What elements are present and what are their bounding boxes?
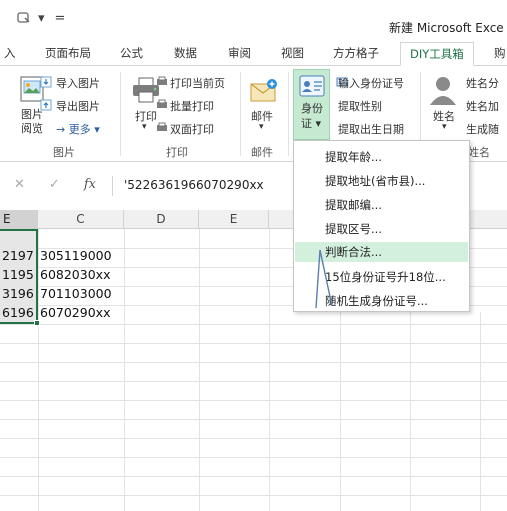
tab-insert[interactable]: 入 xyxy=(4,45,16,61)
gridline xyxy=(199,229,200,511)
picture-view-label-2[interactable]: 阅览 xyxy=(21,120,43,136)
gridline xyxy=(0,419,507,420)
window-title: 新建 Microsoft Exce xyxy=(389,21,504,35)
print-current-icon xyxy=(157,76,167,85)
formula-input[interactable]: '5226361966070290xx xyxy=(124,178,264,192)
qat-dropdown-icon[interactable]: ▾ xyxy=(38,11,45,26)
idcard-label-2: 证 ▾ xyxy=(301,117,322,130)
duplex-print-button[interactable]: 双面打印 xyxy=(170,121,214,137)
idcard-button[interactable]: 身份 证 ▾ xyxy=(293,69,330,140)
gridline xyxy=(269,229,270,511)
column-header-e[interactable]: E xyxy=(199,210,269,229)
name-add-button[interactable]: 姓名加 xyxy=(466,98,499,114)
pointer-arrow-icon xyxy=(315,249,333,309)
group-name-label: 姓名 xyxy=(468,146,490,159)
column-header-c[interactable]: C xyxy=(38,210,124,229)
gridline xyxy=(0,381,507,382)
name-dropdown-icon[interactable]: ▾ xyxy=(442,122,447,132)
input-id-number-button[interactable]: 输入身份证号 xyxy=(338,75,404,91)
cell-b-2[interactable]: 1195 xyxy=(2,267,38,282)
fill-handle[interactable] xyxy=(34,320,40,326)
gridline xyxy=(0,457,507,458)
mail-dropdown-icon[interactable]: ▾ xyxy=(259,122,264,132)
group-separator xyxy=(240,72,241,156)
insert-function-icon[interactable]: fx xyxy=(84,177,96,192)
group-mail-label: 邮件 xyxy=(251,146,273,159)
gridline xyxy=(0,324,507,325)
touch-mode-icon[interactable] xyxy=(16,10,32,26)
enter-icon[interactable]: ✓ xyxy=(49,177,60,192)
cell-b-3[interactable]: 3196 xyxy=(2,286,38,301)
gridline xyxy=(38,229,39,511)
formula-bar-buttons: ✕ ✓ fx xyxy=(14,177,96,192)
cell-c-1[interactable]: 305119000 xyxy=(40,248,124,263)
name-split-button[interactable]: 姓名分 xyxy=(466,75,499,91)
mail-icon[interactable] xyxy=(248,75,280,105)
gridline xyxy=(480,312,481,511)
print-current-page-button[interactable]: 打印当前页 xyxy=(170,75,225,91)
idcard-label-1: 身份 xyxy=(301,102,323,115)
more-button[interactable]: → 更多 ▾ xyxy=(56,121,100,137)
batch-print-button[interactable]: 批量打印 xyxy=(170,98,214,114)
cell-b-4[interactable]: 6196 xyxy=(2,305,38,320)
ribbon-tabs: 入 页面布局 公式 数据 审阅 视图 方方格子 DIY工具箱 购 xyxy=(0,42,507,66)
gridline xyxy=(340,312,341,511)
gridline xyxy=(0,438,507,439)
name-person-icon[interactable] xyxy=(428,74,458,106)
menu-item-extract-age[interactable]: 提取年龄... xyxy=(295,147,468,167)
tab-review[interactable]: 审阅 xyxy=(228,45,251,61)
gridline xyxy=(0,343,507,344)
group-separator xyxy=(120,72,121,156)
duplex-print-icon xyxy=(157,122,167,131)
tab-diy-toolbox[interactable]: DIY工具箱 xyxy=(400,42,474,66)
tab-data[interactable]: 数据 xyxy=(174,45,197,61)
gridline xyxy=(0,400,507,401)
group-separator xyxy=(288,72,289,156)
import-image-icon xyxy=(40,76,52,88)
group-image-label: 图片 xyxy=(53,146,75,159)
menu-item-extract-postcode[interactable]: 提取邮编... xyxy=(295,195,468,215)
group-print-label: 打印 xyxy=(166,146,188,159)
cell-c-2[interactable]: 6082030xx xyxy=(40,267,124,282)
export-image-icon xyxy=(40,99,52,111)
tab-more[interactable]: 购 xyxy=(494,45,506,61)
tab-fangfang[interactable]: 方方格子 xyxy=(333,45,379,61)
column-header-e-partial[interactable]: E xyxy=(0,210,38,229)
cell-c-3[interactable]: 701103000 xyxy=(40,286,124,301)
quick-access-toolbar: ▾ = xyxy=(16,10,65,26)
menu-item-extract-address[interactable]: 提取地址(省市县)... xyxy=(295,171,468,191)
extract-birthdate-button[interactable]: 提取出生日期 xyxy=(338,121,404,137)
formula-bar-separator xyxy=(112,176,113,196)
title-bar: ▾ = 新建 Microsoft Exce xyxy=(0,0,507,40)
print-dropdown-icon[interactable]: ▾ xyxy=(142,122,147,132)
column-header-d[interactable]: D xyxy=(124,210,199,229)
tab-view[interactable]: 视图 xyxy=(281,45,304,61)
idcard-icon xyxy=(299,75,325,97)
gridline xyxy=(410,312,411,511)
gridline xyxy=(0,476,507,477)
extract-gender-button[interactable]: 提取性别 xyxy=(338,98,382,114)
export-image-button[interactable]: 导出图片 xyxy=(56,98,100,114)
qat-customize-icon[interactable]: = xyxy=(55,11,66,26)
tab-formulas[interactable]: 公式 xyxy=(120,45,143,61)
gridline xyxy=(0,495,507,496)
gridline xyxy=(0,362,507,363)
gridline xyxy=(124,229,125,511)
cancel-icon[interactable]: ✕ xyxy=(14,177,25,192)
tab-page-layout[interactable]: 页面布局 xyxy=(45,45,91,61)
cell-c-4[interactable]: 6070290xx xyxy=(40,305,124,320)
batch-print-icon xyxy=(157,99,167,108)
name-generate-button[interactable]: 生成随 xyxy=(466,121,499,137)
import-image-button[interactable]: 导入图片 xyxy=(56,75,100,91)
cell-b-1[interactable]: 2197 xyxy=(2,248,38,263)
